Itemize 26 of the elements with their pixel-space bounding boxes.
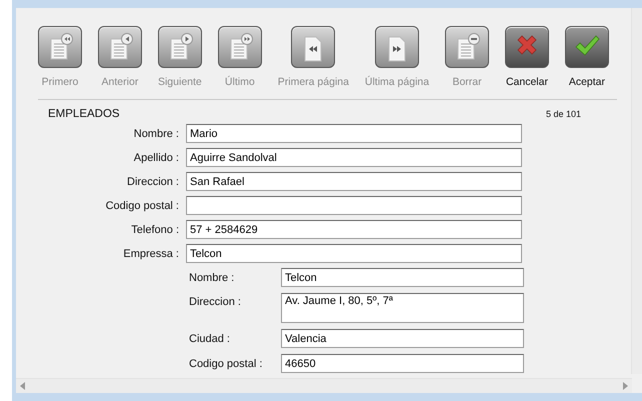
horizontal-scrollbar[interactable]: [16, 378, 632, 393]
input-field[interactable]: Telcon: [281, 268, 524, 287]
section-title: EMPLEADOS: [48, 108, 120, 120]
input-field[interactable]: Telcon: [186, 244, 522, 263]
input-field[interactable]: Valencia: [281, 329, 524, 348]
field-label: Codigo postal :: [104, 200, 179, 212]
field-label: Codigo postal :: [189, 358, 264, 370]
field-label: Ciudad :: [189, 332, 231, 344]
input-field[interactable]: San Rafael: [186, 172, 522, 191]
input-field[interactable]: [186, 196, 522, 215]
field-label: Nombre :: [189, 272, 236, 284]
text-area[interactable]: Av. Jaume I, 80, 5º, 7ª: [281, 293, 524, 323]
field-label: Telefono :: [130, 224, 179, 236]
record-counter: 5 de 101: [546, 109, 581, 119]
field-label: Direccion :: [189, 295, 242, 308]
input-field[interactable]: 46650: [281, 354, 524, 373]
field-label: Nombre :: [132, 128, 179, 140]
input-field[interactable]: 57 + 2584629: [186, 220, 522, 239]
field-label: Direccion :: [126, 176, 179, 188]
field-label: Apellido :: [132, 152, 179, 164]
vertical-scrollbar[interactable]: [631, 8, 642, 374]
input-field[interactable]: Mario: [186, 124, 522, 143]
scroll-right-icon[interactable]: [622, 382, 628, 390]
field-label: Empressa :: [122, 248, 179, 260]
input-field[interactable]: Aguirre Sandolval: [186, 148, 522, 167]
scroll-left-icon[interactable]: [20, 382, 26, 390]
